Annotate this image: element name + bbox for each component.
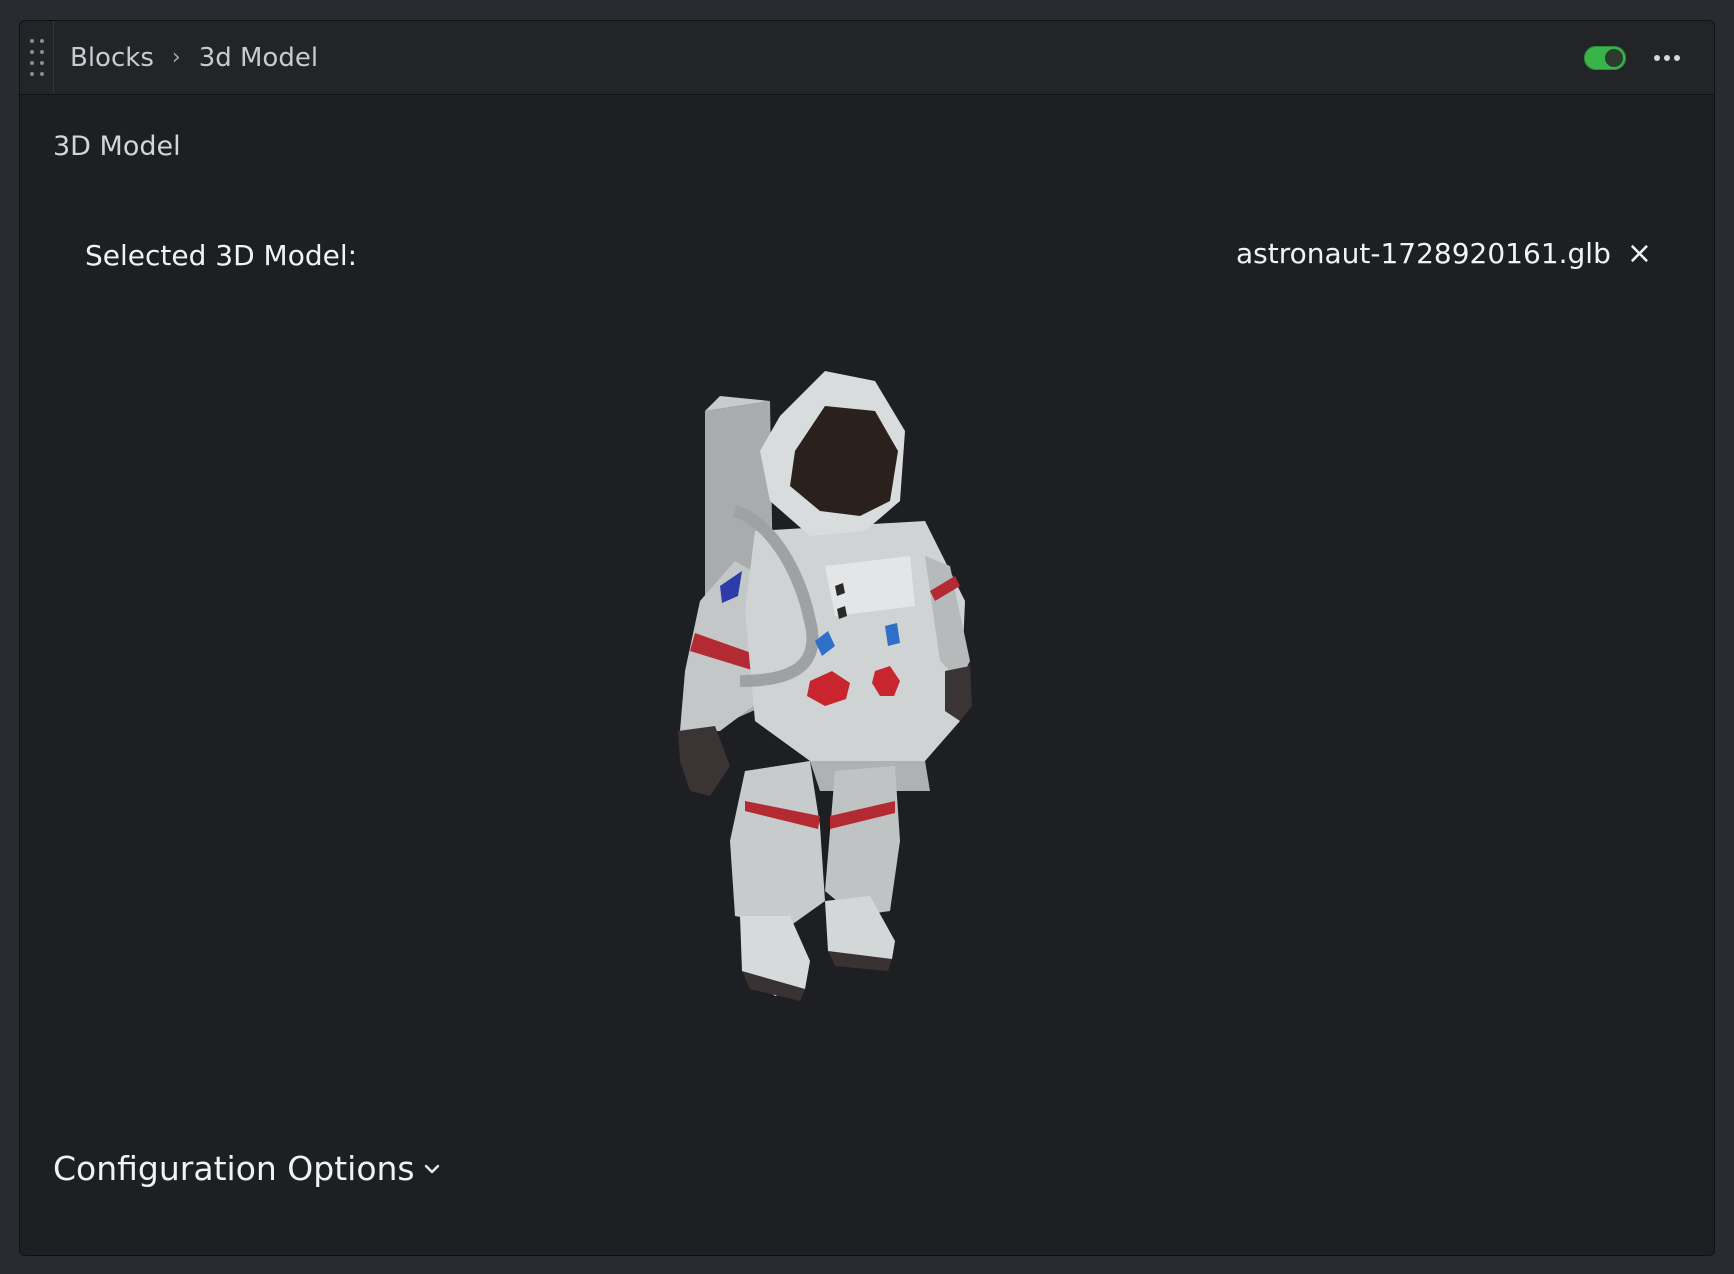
block-header: Blocks › 3d Model: [20, 21, 1714, 95]
selected-file: astronaut-1728920161.glb ×: [1236, 237, 1652, 270]
config-options-label: Configuration Options: [53, 1149, 415, 1188]
section-title: 3D Model: [53, 131, 181, 162]
chevron-down-icon: [424, 1164, 439, 1173]
breadcrumb-current: 3d Model: [198, 42, 319, 73]
file-name: astronaut-1728920161.glb: [1236, 237, 1611, 270]
drag-handle[interactable]: [20, 21, 54, 94]
breadcrumb: Blocks › 3d Model: [70, 43, 318, 73]
breadcrumb-blocks[interactable]: Blocks: [70, 43, 154, 73]
block-panel: Blocks › 3d Model 3D Model Selected 3D M…: [19, 20, 1715, 1256]
drag-dots-icon: [29, 39, 44, 76]
configuration-options-toggle[interactable]: Configuration Options: [53, 1149, 441, 1188]
model-viewer[interactable]: [660, 371, 1080, 1111]
selected-model-label: Selected 3D Model:: [85, 239, 358, 272]
enable-toggle[interactable]: [1584, 45, 1626, 70]
more-horizontal-icon: [1654, 54, 1660, 61]
clear-model-button[interactable]: ×: [1627, 238, 1652, 269]
toggle-knob: [1605, 48, 1623, 67]
breadcrumb-separator-icon: ›: [171, 45, 181, 70]
more-options-button[interactable]: [1654, 54, 1680, 61]
